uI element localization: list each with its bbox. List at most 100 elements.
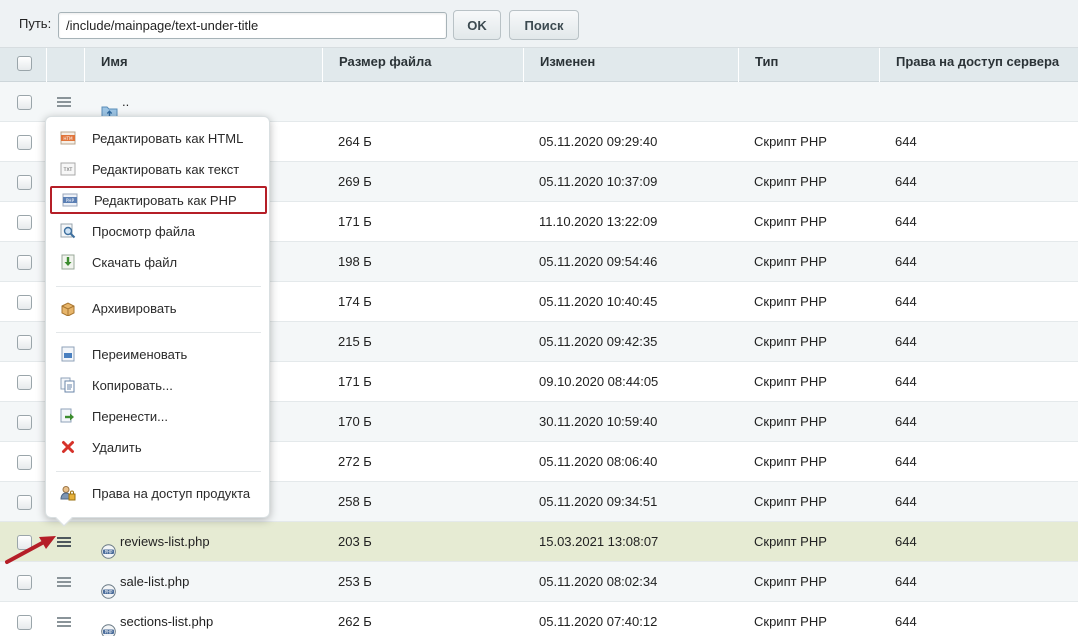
file-modified: 11.10.2020 13:22:09 [539,214,658,229]
menu-separator [56,286,261,287]
file-type: Скрипт PHP [754,534,827,549]
header-select-all-cell [0,48,46,82]
header-actions-cell [46,48,84,82]
menu-item-archive-box[interactable]: Архивировать [50,294,267,322]
menu-item-label: Редактировать как HTML [92,130,244,146]
file-name-cell[interactable]: PHP sections-list.php [101,602,213,636]
menu-separator [56,471,261,472]
file-size: 258 Б [338,494,372,509]
row-checkbox[interactable] [17,255,32,270]
menu-item-download[interactable]: Скачать файл [50,248,267,276]
row-checkbox[interactable] [17,215,32,230]
file-name[interactable]: sections-list.php [120,602,213,636]
file-type: Скрипт PHP [754,134,827,149]
row-menu-icon[interactable] [57,616,71,628]
menu-item-magnifier[interactable]: Просмотр файла [50,217,267,245]
magnifier-icon [60,223,76,239]
file-size: 272 Б [338,454,372,469]
archive-box-icon [60,300,76,317]
file-modified: 05.11.2020 08:02:34 [539,574,658,589]
table-row[interactable]: PHP sections-list.php 262 Б 05.11.2020 07:4… [0,602,1078,636]
file-modified: 30.11.2020 10:59:40 [539,414,658,429]
table-header: Имя Размер файла Изменен Тип Права на до… [0,48,1078,82]
row-checkbox[interactable] [17,95,32,110]
file-permissions: 644 [895,254,917,269]
file-type: Скрипт PHP [754,614,827,629]
file-modified: 05.11.2020 08:06:40 [539,454,658,469]
download-icon [60,254,76,270]
menu-item-user-lock[interactable]: Права на доступ продукта [50,479,267,507]
file-permissions: 644 [895,454,917,469]
row-checkbox[interactable] [17,415,32,430]
file-permissions: 644 [895,374,917,389]
row-menu-icon[interactable] [57,576,71,588]
column-header-permissions[interactable]: Права на доступ сервера [879,48,1078,82]
php-file-icon: PHP [62,192,78,208]
search-button[interactable]: Поиск [509,10,579,40]
row-checkbox[interactable] [17,295,32,310]
file-context-menu: HTM Редактировать как HTML TXT Редактироват… [45,116,270,527]
row-checkbox[interactable] [17,575,32,590]
svg-text:TXT: TXT [63,167,73,173]
file-name-cell[interactable]: PHP sale-list.php [101,562,189,602]
row-checkbox[interactable] [17,135,32,150]
menu-item-txt-file[interactable]: TXT Редактировать как текст [50,155,267,183]
row-checkbox[interactable] [17,335,32,350]
menu-item-rename[interactable]: Переименовать [50,340,267,368]
path-input[interactable] [58,12,447,39]
file-permissions: 644 [895,414,917,429]
menu-item-move[interactable]: Перенести... [50,402,267,430]
file-name[interactable]: reviews-list.php [120,522,210,562]
file-type: Скрипт PHP [754,374,827,389]
row-menu-icon[interactable] [57,96,71,108]
file-modified: 05.11.2020 10:37:09 [539,174,658,189]
menu-item-label: Переименовать [92,346,188,362]
table-row[interactable]: PHP sale-list.php 253 Б 05.11.2020 08:02:34… [0,562,1078,602]
row-checkbox[interactable] [17,615,32,630]
row-checkbox[interactable] [17,455,32,470]
file-permissions: 644 [895,334,917,349]
menu-item-label: Скачать файл [92,254,178,270]
menu-item-label: Редактировать как текст [92,161,240,177]
file-name-cell[interactable]: PHP reviews-list.php [101,522,210,562]
file-permissions: 644 [895,134,917,149]
menu-item-copy[interactable]: Копировать... [50,371,267,399]
file-permissions: 644 [895,534,917,549]
file-type: Скрипт PHP [754,414,827,429]
delete-icon [60,439,76,455]
file-type: Скрипт PHP [754,574,827,589]
file-name[interactable]: sale-list.php [120,562,189,602]
row-checkbox[interactable] [17,495,32,510]
file-size: 262 Б [338,614,372,629]
column-header-type[interactable]: Тип [738,48,879,82]
svg-text:PHP: PHP [66,198,75,203]
folder-up-icon [101,95,118,118]
column-header-name[interactable]: Имя [84,48,322,82]
menu-item-label: Перенести... [92,408,168,424]
svg-text:PHP: PHP [105,549,113,554]
table-row[interactable]: PHP reviews-list.php 203 Б 15.03.2021 13:08… [0,522,1078,562]
file-permissions: 644 [895,294,917,309]
row-checkbox[interactable] [17,175,32,190]
select-all-checkbox[interactable] [17,56,32,71]
menu-item-delete[interactable]: Удалить [50,433,267,461]
menu-item-php-file[interactable]: PHP Редактировать как PHP [50,186,267,214]
row-checkbox[interactable] [17,375,32,390]
copy-icon [60,377,76,393]
path-label: Путь: [19,16,52,31]
file-modified: 09.10.2020 08:44:05 [539,374,659,389]
file-size: 174 Б [338,294,372,309]
ok-button[interactable]: OK [453,10,501,40]
file-permissions: 644 [895,174,917,189]
file-type: Скрипт PHP [754,294,827,309]
menu-item-html-file[interactable]: HTM Редактировать как HTML [50,124,267,152]
column-header-modified[interactable]: Изменен [523,48,738,82]
file-type: Скрипт PHP [754,454,827,469]
column-header-size[interactable]: Размер файла [322,48,523,82]
file-permissions: 644 [895,214,917,229]
file-size: 171 Б [338,214,372,229]
file-permissions: 644 [895,574,917,589]
path-toolbar: Путь: OK Поиск [0,0,1078,48]
file-modified: 05.11.2020 07:40:12 [539,614,658,629]
file-modified: 15.03.2021 13:08:07 [539,534,659,549]
